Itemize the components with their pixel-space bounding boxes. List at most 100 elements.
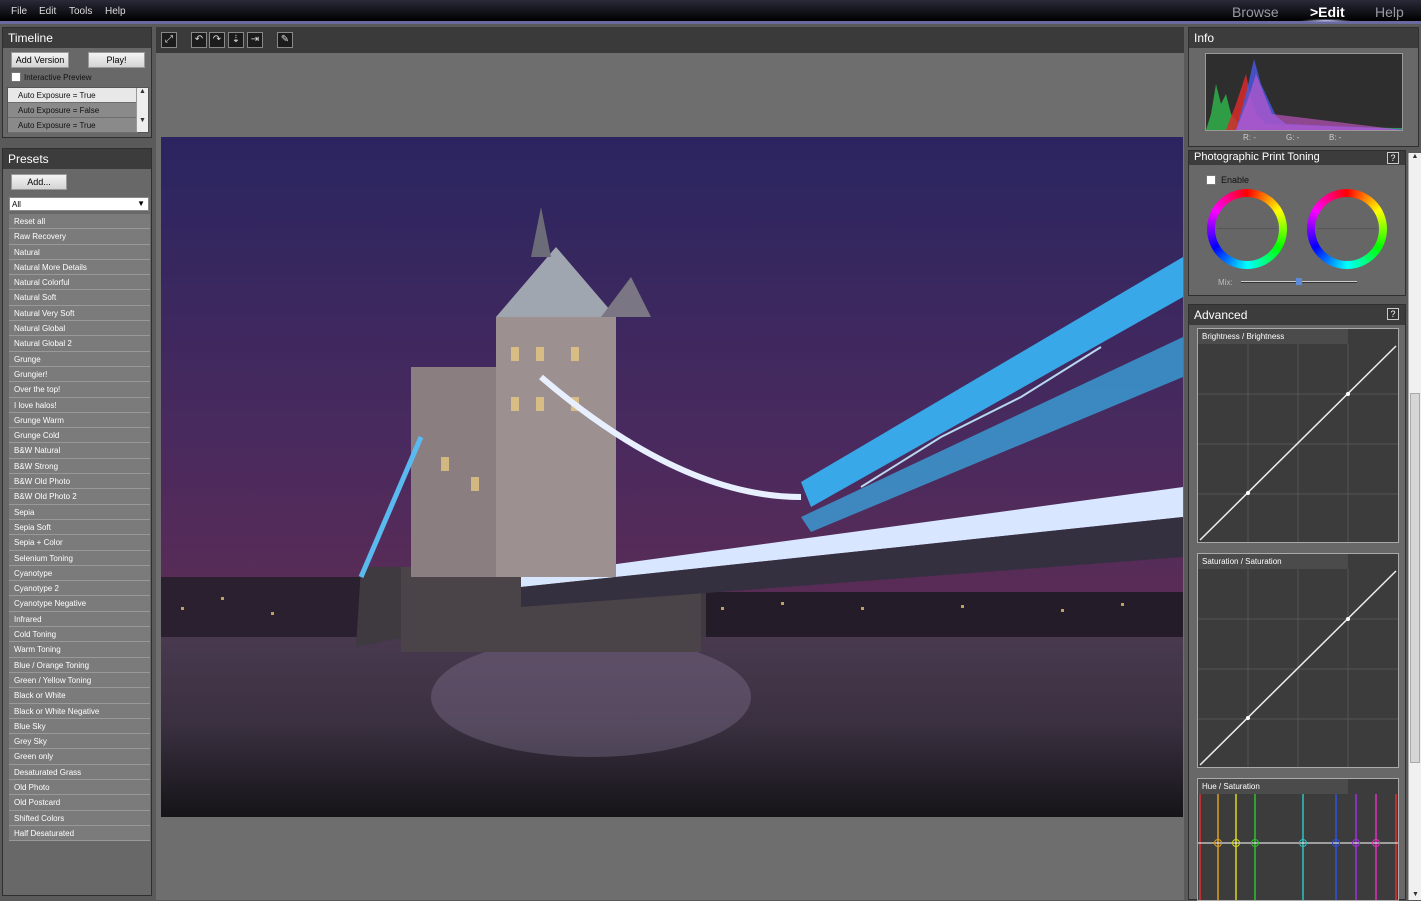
preset-item[interactable]: Desaturated Grass: [9, 764, 150, 780]
preset-item[interactable]: Selenium Toning: [9, 550, 150, 566]
image-canvas[interactable]: [156, 53, 1184, 900]
preset-item[interactable]: Grunge Cold: [9, 428, 150, 444]
rotate-left-icon[interactable]: ↶: [191, 32, 207, 48]
highlight-color-wheel[interactable]: [1307, 189, 1387, 269]
preset-item[interactable]: Blue Sky: [9, 718, 150, 735]
timeline-item[interactable]: Auto Exposure = True: [8, 88, 138, 103]
preset-item[interactable]: Natural Very Soft: [9, 305, 150, 322]
interactive-preview-checkbox[interactable]: [11, 72, 21, 82]
preset-item[interactable]: Half Desaturated: [9, 825, 150, 842]
preset-item[interactable]: Grungier!: [9, 366, 150, 383]
menu-help[interactable]: Help: [105, 6, 126, 17]
preset-item[interactable]: Raw Recovery: [9, 229, 150, 245]
timeline-item[interactable]: Auto Exposure = True: [8, 118, 138, 133]
red-readout: R: -: [1243, 133, 1256, 142]
help-icon[interactable]: ?: [1387, 152, 1399, 164]
presets-title: Presets: [3, 149, 151, 169]
nav-browse[interactable]: Browse: [1232, 4, 1279, 20]
preset-item[interactable]: B&W Old Photo 2: [9, 489, 150, 505]
curve-label: Hue / Saturation: [1198, 779, 1348, 794]
preset-item[interactable]: Sepia: [9, 504, 150, 520]
preset-item[interactable]: Natural Global: [9, 321, 150, 337]
saturation-curve[interactable]: Saturation / Saturation: [1197, 553, 1399, 768]
mix-label: Mix:: [1218, 278, 1233, 287]
preset-item[interactable]: Grunge: [9, 351, 150, 367]
preset-item[interactable]: Sepia + Color: [9, 535, 150, 551]
preset-item[interactable]: Natural: [9, 244, 150, 260]
help-icon[interactable]: ?: [1387, 308, 1399, 320]
timeline-version-list: Auto Exposure = True Auto Exposure = Fal…: [7, 87, 149, 133]
curve-label: Saturation / Saturation: [1198, 554, 1348, 569]
preset-item[interactable]: Cyanotype Negative: [9, 596, 150, 612]
preset-item[interactable]: Cyanotype: [9, 565, 150, 582]
preset-item[interactable]: Over the top!: [9, 382, 150, 398]
menu-bar: File Edit Tools Help Browse >Edit Help: [0, 0, 1421, 24]
preset-filter-select[interactable]: All ▼: [9, 197, 149, 211]
preset-item[interactable]: Black or White: [9, 688, 150, 704]
preset-item[interactable]: Natural More Details: [9, 259, 150, 276]
preset-item[interactable]: Old Postcard: [9, 795, 150, 811]
flip-horizontal-icon[interactable]: ⇥: [247, 32, 263, 48]
rotate-right-icon[interactable]: ↷: [209, 32, 225, 48]
nav-help[interactable]: Help: [1375, 4, 1404, 20]
preset-item[interactable]: Infrared: [9, 611, 150, 628]
preset-item[interactable]: Natural Soft: [9, 290, 150, 306]
right-panel-scrollbar[interactable]: ▲ ▼: [1408, 153, 1421, 900]
preset-item[interactable]: Green / Yellow Toning: [9, 672, 150, 689]
scroll-up-icon[interactable]: ▲: [137, 88, 148, 95]
add-version-button[interactable]: Add Version: [11, 52, 69, 68]
mix-slider[interactable]: [1241, 278, 1357, 285]
preset-item[interactable]: B&W Strong: [9, 458, 150, 475]
brightness-curve[interactable]: Brightness / Brightness: [1197, 328, 1399, 543]
preset-item[interactable]: Reset all: [9, 214, 150, 230]
preset-item[interactable]: Cyanotype 2: [9, 581, 150, 597]
histogram: [1205, 53, 1403, 131]
add-preset-button[interactable]: Add...: [11, 174, 67, 190]
advanced-title: Advanced: [1189, 305, 1405, 325]
tower-bridge-photo: [161, 137, 1183, 817]
preset-item[interactable]: Warm Toning: [9, 642, 150, 658]
shadow-color-wheel[interactable]: [1207, 189, 1287, 269]
photo-preview[interactable]: [161, 137, 1183, 817]
preset-item[interactable]: B&W Natural: [9, 443, 150, 459]
preset-filter-value: All: [12, 200, 21, 209]
preset-item[interactable]: Cold Toning: [9, 627, 150, 643]
preset-item[interactable]: Grunge Warm: [9, 412, 150, 429]
scroll-up-icon[interactable]: ▲: [1409, 153, 1421, 160]
timeline-title: Timeline: [3, 28, 151, 48]
brush-icon[interactable]: ✎: [277, 32, 293, 48]
preset-item[interactable]: I love halos!: [9, 397, 150, 413]
fit-to-screen-icon[interactable]: ⤢: [161, 32, 177, 48]
preset-item[interactable]: Blue / Orange Toning: [9, 657, 150, 673]
preset-item[interactable]: Grey Sky: [9, 734, 150, 750]
timeline-scrollbar[interactable]: ▲ ▼: [136, 88, 148, 132]
play-button[interactable]: Play!: [88, 52, 145, 68]
hue-saturation-curve[interactable]: Hue / Saturation: [1197, 778, 1399, 901]
menu-edit[interactable]: Edit: [39, 6, 56, 17]
scroll-down-icon[interactable]: ▼: [1412, 891, 1419, 898]
mix-slider-thumb[interactable]: [1296, 278, 1302, 285]
print-toning-panel: Photographic Print Toning ? Enable Mix:: [1188, 150, 1406, 296]
blue-readout: B: -: [1329, 133, 1342, 142]
timeline-panel: Timeline Add Version Play! Interactive P…: [2, 27, 152, 138]
toning-enable-label: Enable: [1221, 175, 1250, 185]
preset-item[interactable]: Natural Global 2: [9, 336, 150, 352]
preset-item[interactable]: Green only: [9, 749, 150, 765]
menu-file[interactable]: File: [11, 6, 27, 17]
info-title: Info: [1189, 28, 1418, 48]
menu-tools[interactable]: Tools: [69, 6, 92, 17]
info-panel: Info R: - G: - B: -: [1188, 27, 1419, 147]
advanced-panel: Advanced ? Brightness / Brightness Satur…: [1188, 304, 1406, 901]
timeline-item[interactable]: Auto Exposure = False: [8, 103, 138, 118]
nav-edit[interactable]: >Edit: [1310, 4, 1345, 20]
preset-item[interactable]: Natural Colorful: [9, 275, 150, 291]
scroll-down-icon[interactable]: ▼: [137, 117, 148, 124]
flip-vertical-icon[interactable]: ⇣: [228, 32, 244, 48]
toning-enable-checkbox[interactable]: [1206, 175, 1216, 185]
preset-item[interactable]: B&W Old Photo: [9, 474, 150, 490]
preset-item[interactable]: Sepia Soft: [9, 519, 150, 536]
preset-item[interactable]: Black or White Negative: [9, 703, 150, 719]
preset-item[interactable]: Shifted Colors: [9, 810, 150, 826]
preset-item[interactable]: Old Photo: [9, 779, 150, 796]
scrollbar-thumb[interactable]: [1410, 393, 1420, 763]
